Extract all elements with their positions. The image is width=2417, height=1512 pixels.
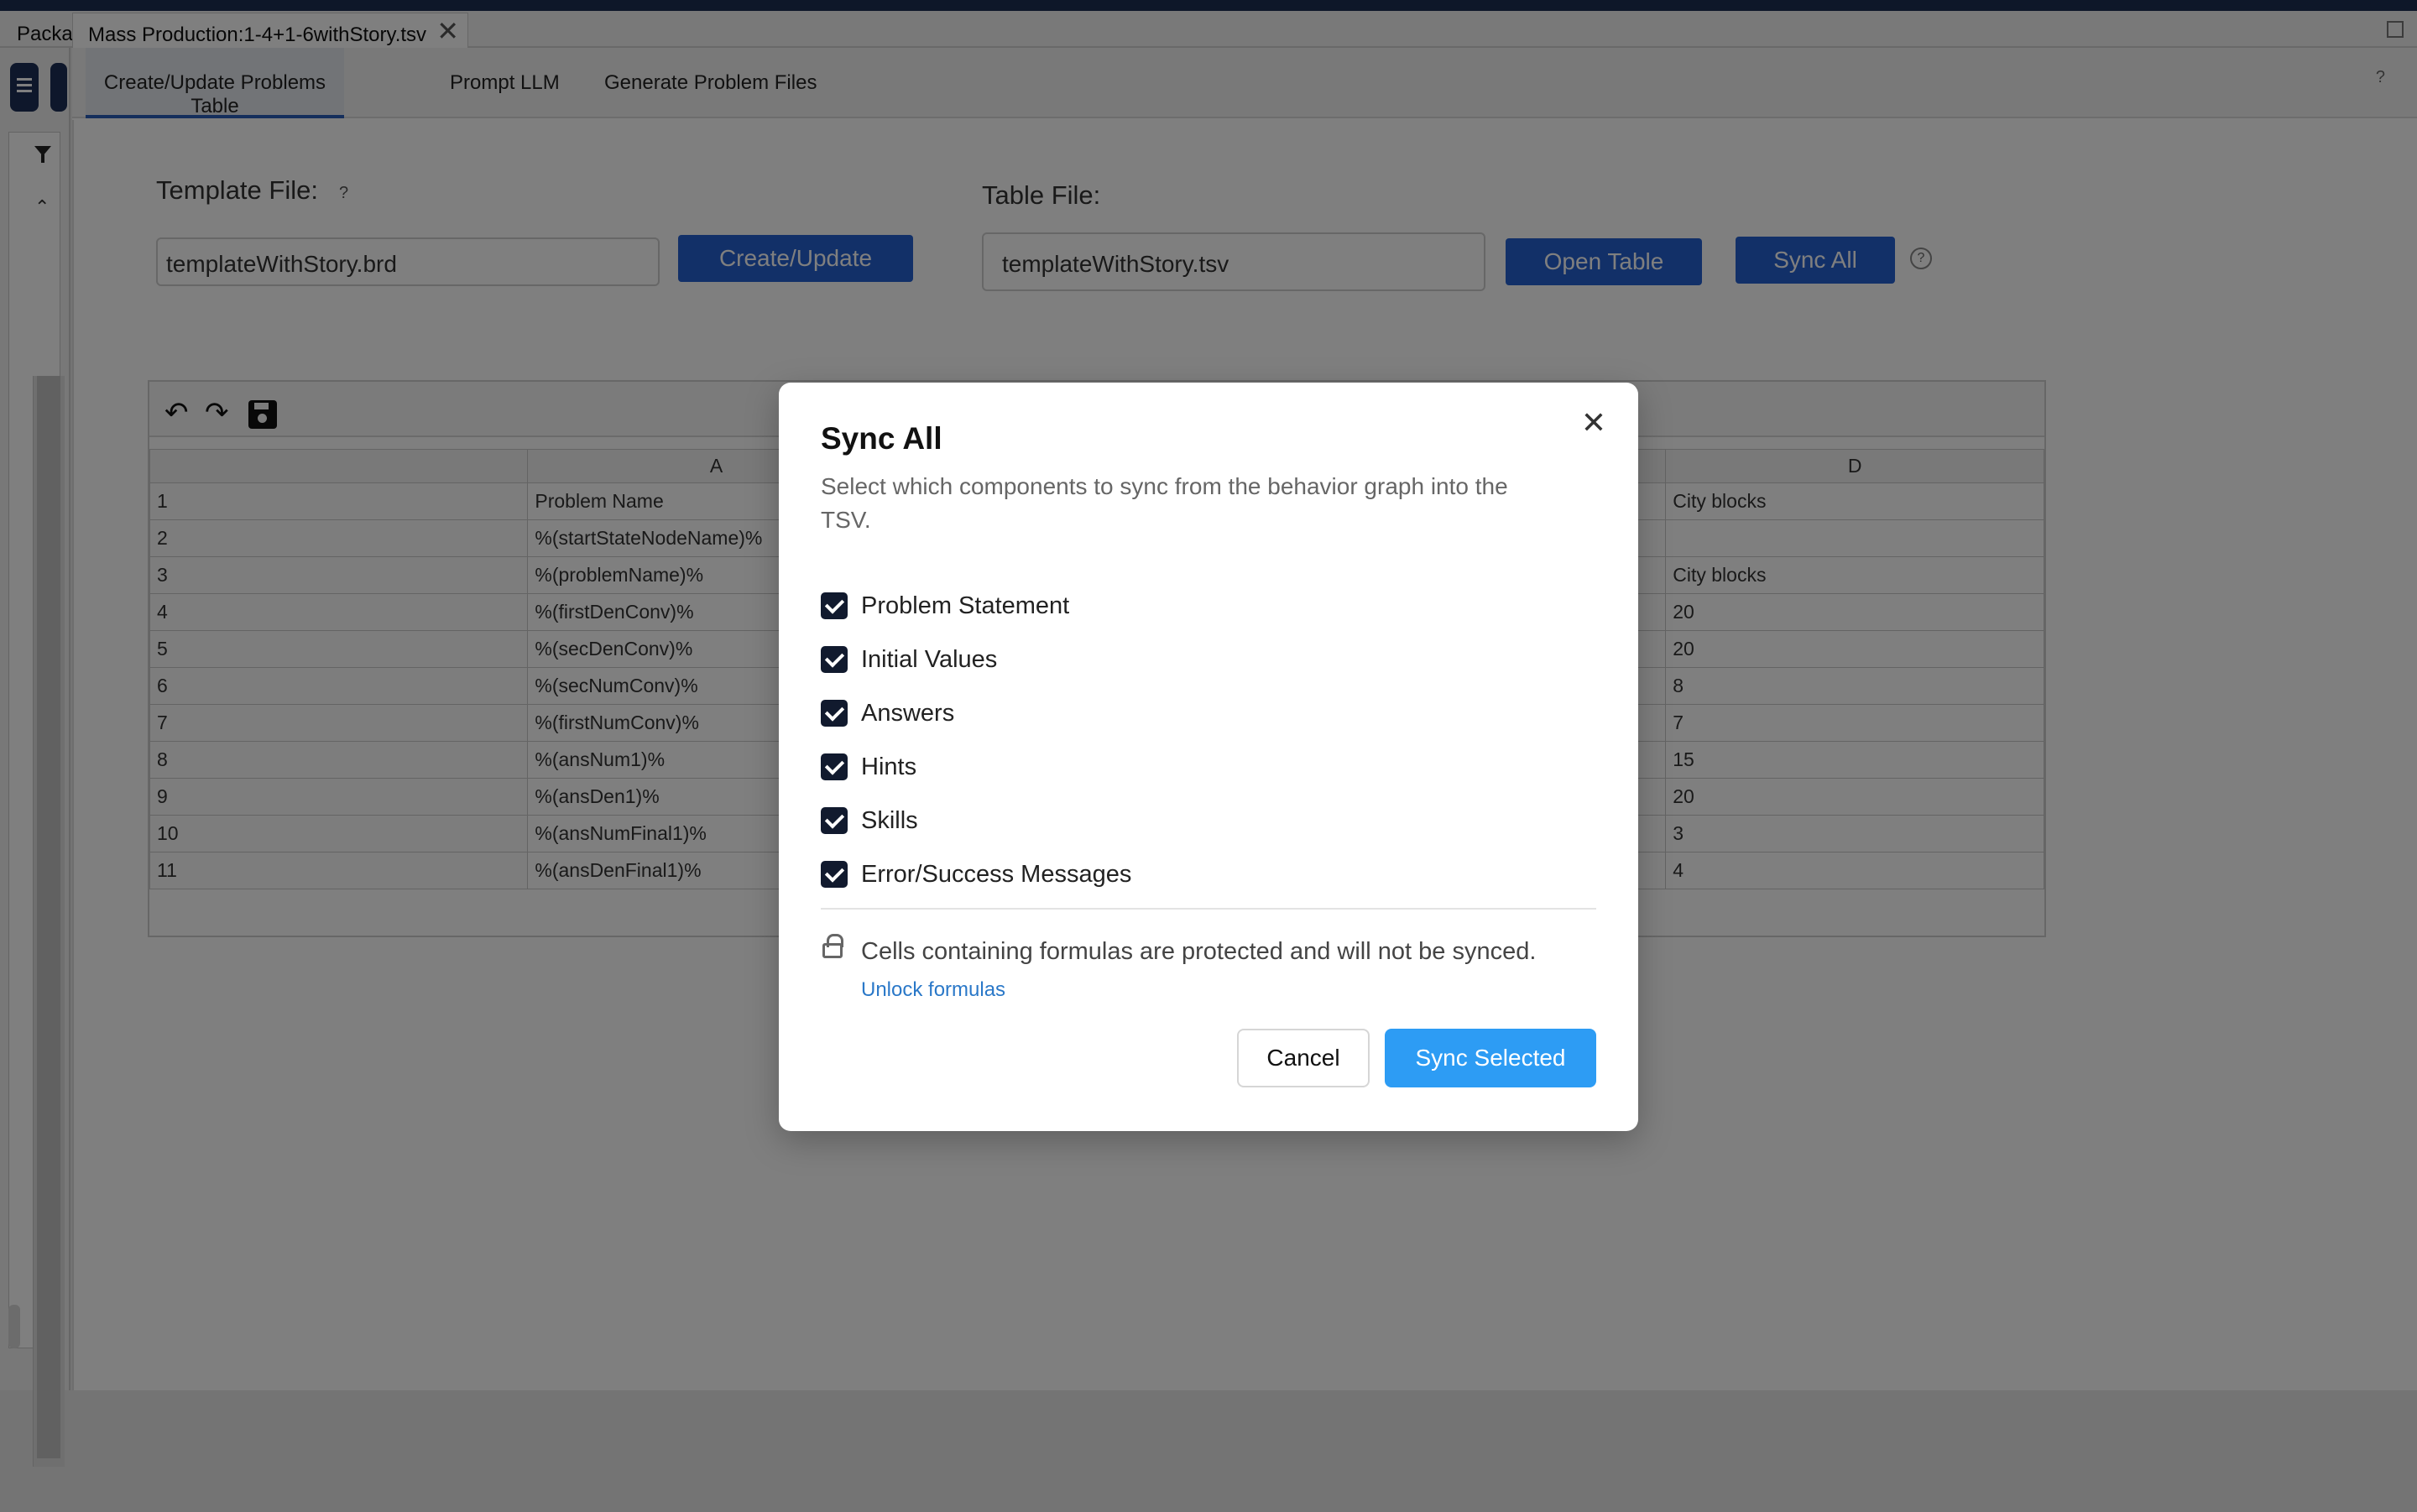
option-label: Initial Values — [861, 646, 998, 673]
checkbox-checked-icon[interactable] — [821, 592, 848, 619]
dialog-description: Select which components to sync from the… — [821, 473, 1508, 533]
cancel-button[interactable]: Cancel — [1237, 1029, 1370, 1087]
option-label: Skills — [861, 807, 918, 834]
lock-icon — [822, 934, 843, 958]
sync-all-dialog: Sync All ✕ Select which components to sy… — [779, 383, 1638, 1131]
dialog-title: Sync All — [821, 421, 942, 456]
close-icon[interactable]: ✕ — [1581, 408, 1606, 438]
formula-lock-message: Cells containing formulas are protected … — [861, 938, 1537, 965]
dialog-divider — [821, 908, 1596, 910]
option-label: Problem Statement — [861, 592, 1070, 619]
unlock-formulas-link[interactable]: Unlock formulas — [861, 978, 1005, 1002]
checkbox-checked-icon[interactable] — [821, 646, 848, 673]
option-label: Hints — [861, 753, 917, 780]
checkbox-checked-icon[interactable] — [821, 861, 848, 888]
checkbox-checked-icon[interactable] — [821, 753, 848, 780]
option-label: Error/Success Messages — [861, 861, 1132, 888]
sync-selected-button[interactable]: Sync Selected — [1385, 1029, 1596, 1087]
checkbox-checked-icon[interactable] — [821, 807, 848, 834]
checkbox-checked-icon[interactable] — [821, 700, 848, 727]
option-label: Answers — [861, 700, 955, 727]
